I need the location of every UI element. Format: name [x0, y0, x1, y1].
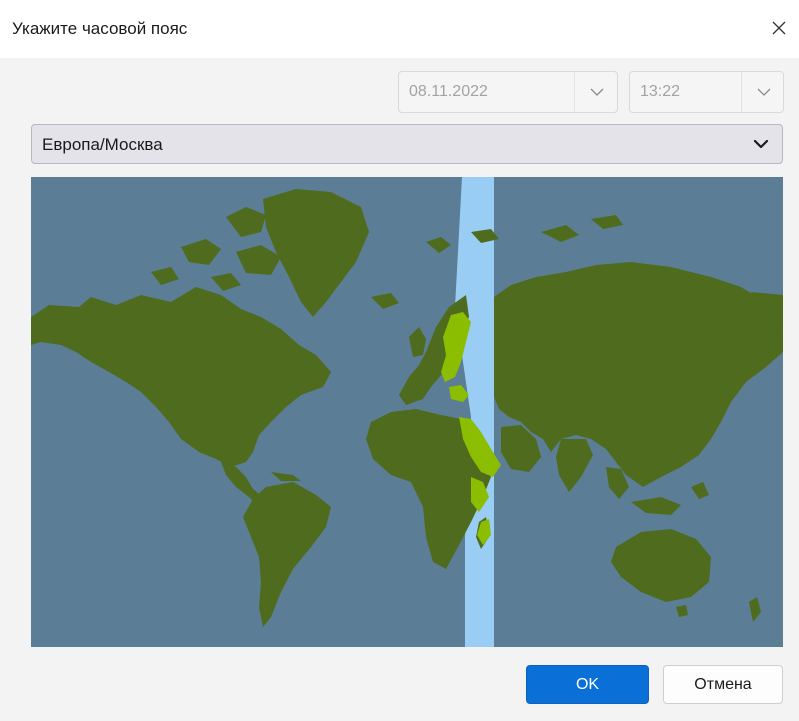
time-value: 13:22: [640, 83, 681, 100]
close-button[interactable]: [759, 12, 799, 44]
time-picker[interactable]: 13:22: [629, 71, 784, 113]
land-masses: [31, 189, 783, 627]
chevron-down-icon: [757, 88, 770, 96]
date-dropdown-button[interactable]: [575, 72, 618, 112]
timezone-value: Европа/Москва: [42, 135, 163, 154]
title-bar: Укажите часовой пояс: [0, 0, 799, 58]
timezone-select[interactable]: Европа/Москва: [31, 124, 783, 164]
close-icon: [772, 21, 786, 35]
world-map-graphic: [31, 177, 783, 647]
date-picker[interactable]: 08.11.2022: [398, 71, 618, 113]
date-value: 08.11.2022: [409, 83, 488, 100]
chevron-down-icon: [590, 88, 603, 96]
ok-button[interactable]: OK: [526, 665, 649, 704]
timezone-stripe: [455, 177, 494, 647]
timezone-dialog: Укажите часовой пояс 08.11.2022 13:22 Ев…: [0, 0, 799, 721]
dialog-title: Укажите часовой пояс: [12, 19, 188, 38]
timezone-dropdown-button[interactable]: [748, 125, 774, 163]
world-map[interactable]: [31, 177, 783, 647]
cancel-button[interactable]: Отмена: [663, 665, 783, 704]
time-dropdown-button[interactable]: [742, 72, 785, 112]
chevron-down-icon: [753, 139, 769, 149]
